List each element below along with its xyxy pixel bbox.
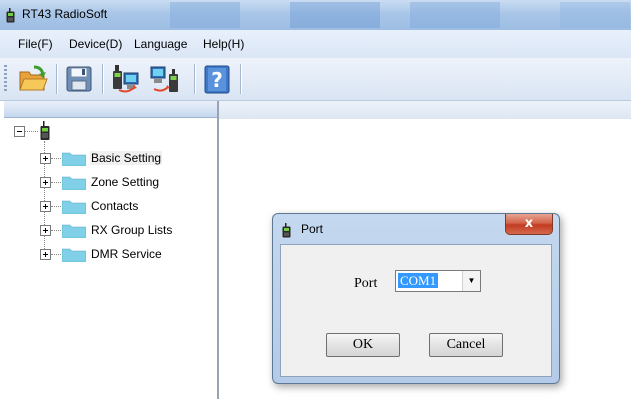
svg-text:?: ? (211, 68, 223, 92)
read-from-radio-icon (113, 65, 139, 93)
close-button[interactable]: x (505, 214, 553, 235)
folder-icon (62, 176, 86, 190)
folder-icon (62, 248, 86, 262)
tree-expand-toggle[interactable] (40, 153, 51, 164)
tree-collapse-toggle[interactable] (14, 126, 25, 137)
tree-connector (51, 254, 61, 255)
menu-device[interactable]: Device(D) (69, 37, 122, 51)
toolbar-separator (194, 64, 196, 94)
menu-file[interactable]: File(F) (18, 37, 53, 51)
tree-item-label: RX Group Lists (91, 223, 173, 237)
close-icon: x (524, 216, 534, 231)
write-radio-button[interactable] (148, 63, 182, 95)
tree-item-label: Zone Setting (91, 175, 160, 189)
port-select[interactable]: COM1 ▼ (395, 270, 481, 292)
radio-icon[interactable] (40, 121, 50, 141)
tree-item-contacts[interactable]: Contacts (40, 196, 220, 216)
window-title: RT43 RadioSoft (22, 7, 108, 21)
cancel-button-label: Cancel (446, 337, 486, 352)
tree-connector (51, 182, 61, 183)
tree-item-basic-setting[interactable]: Basic Setting (40, 148, 220, 168)
help-icon: ? (204, 65, 230, 94)
tree-connector (51, 230, 61, 231)
tree-expand-toggle[interactable] (40, 225, 51, 236)
tree-item-label: Contacts (91, 199, 139, 213)
help-button[interactable]: ? (200, 63, 234, 95)
tree-panel: Basic Setting Zone Setting Contacts RX G… (4, 101, 219, 399)
ok-button[interactable]: OK (326, 333, 400, 357)
open-button[interactable] (16, 63, 50, 95)
port-select-value: COM1 (398, 273, 439, 288)
menu-bar: File(F) Device(D) Language Help(H) (0, 30, 631, 58)
menu-language[interactable]: Language (134, 37, 187, 51)
tree-item-dmr-service[interactable]: DMR Service (40, 244, 220, 264)
radio-icon (282, 223, 291, 238)
tree-expand-toggle[interactable] (40, 201, 51, 212)
toolbar: ? (0, 58, 631, 101)
tree-item-label: Basic Setting (90, 151, 163, 165)
toolbar-grip[interactable] (4, 65, 7, 93)
title-bar-background (410, 2, 500, 28)
radio-icon (6, 8, 15, 23)
folder-icon (62, 200, 86, 214)
title-bar-background (560, 2, 630, 28)
read-radio-button[interactable] (108, 63, 142, 95)
toolbar-separator (56, 64, 58, 94)
port-dialog: Port x Port COM1 ▼ OK Cancel (272, 213, 560, 384)
tree-item-rx-group-lists[interactable]: RX Group Lists (40, 220, 220, 240)
tree-connector (51, 206, 61, 207)
tree-item-zone-setting[interactable]: Zone Setting (40, 172, 220, 192)
tree-connector (25, 131, 38, 132)
write-to-radio-icon (150, 66, 178, 92)
title-bar-background (290, 2, 380, 28)
folder-icon (62, 152, 86, 166)
tree-connector (51, 158, 61, 159)
folder-icon (62, 224, 86, 238)
tree-item-label: DMR Service (91, 247, 162, 261)
menu-help[interactable]: Help(H) (203, 37, 244, 51)
cancel-button[interactable]: Cancel (429, 333, 503, 357)
title-bar: RT43 RadioSoft (0, 0, 631, 30)
dialog-body: Port COM1 ▼ OK Cancel (280, 244, 552, 377)
save-button[interactable] (62, 63, 96, 95)
content-pane-header (219, 101, 631, 119)
dialog-title: Port (301, 222, 324, 236)
title-bar-background (170, 2, 240, 28)
ok-button-label: OK (352, 337, 374, 352)
tree-panel-header (4, 101, 217, 118)
save-disk-icon (66, 66, 92, 92)
open-folder-icon (19, 65, 48, 91)
toolbar-separator (102, 64, 104, 94)
tree-expand-toggle[interactable] (40, 177, 51, 188)
chevron-down-icon[interactable]: ▼ (462, 271, 480, 291)
tree-expand-toggle[interactable] (40, 249, 51, 260)
toolbar-separator (240, 64, 242, 94)
port-label: Port (354, 276, 378, 291)
